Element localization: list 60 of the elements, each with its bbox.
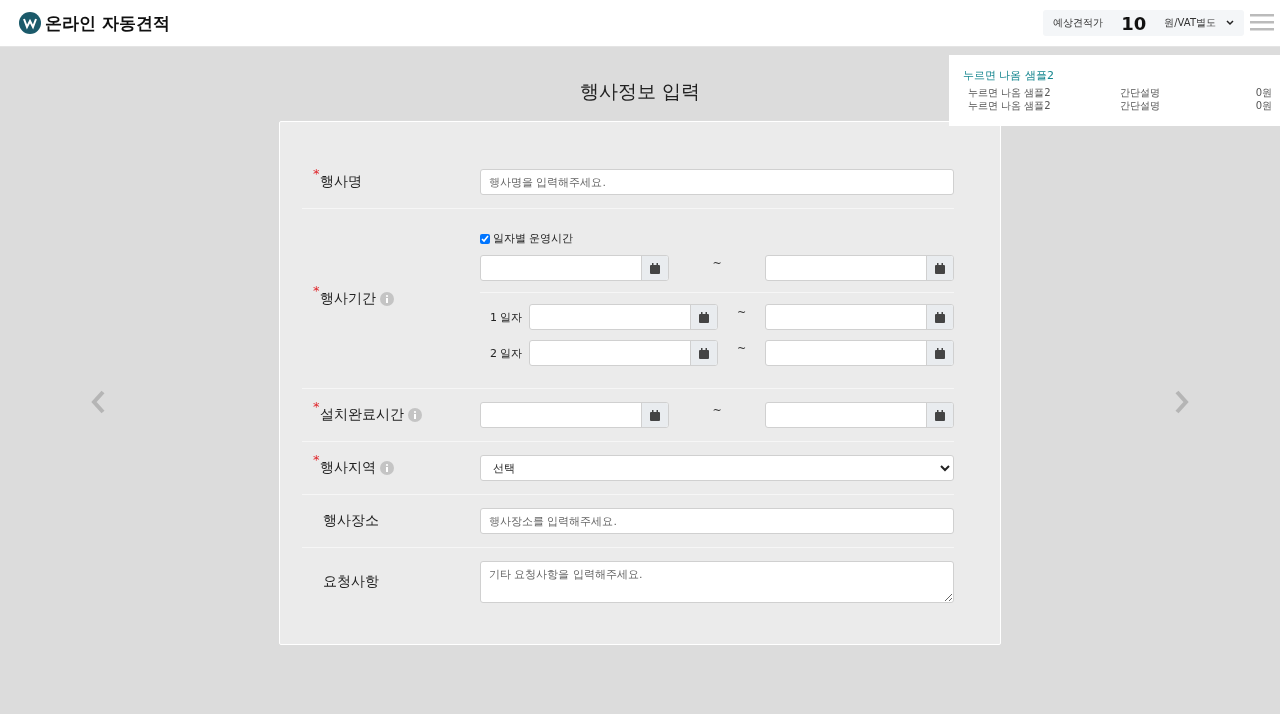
region-select[interactable]: 선택 xyxy=(480,455,954,481)
calendar-icon xyxy=(699,347,709,359)
checkbox-text: 일자별 운영시간 xyxy=(493,231,574,246)
calendar-button[interactable] xyxy=(690,341,717,365)
day-label: 1 일자 xyxy=(489,309,524,325)
calendar-button[interactable] xyxy=(926,256,953,280)
checkbox[interactable] xyxy=(480,233,490,244)
range-separator: ~ xyxy=(735,342,748,355)
item-price: 0원 xyxy=(1255,86,1272,99)
date-field[interactable] xyxy=(765,340,954,366)
required-mark: * xyxy=(313,167,320,180)
calendar-button[interactable] xyxy=(926,341,953,365)
calendar-icon xyxy=(650,262,660,274)
required-mark: * xyxy=(313,400,320,413)
page-title: 행사정보 입력 xyxy=(579,79,700,104)
app-title: 온라인 자동견적 xyxy=(45,11,170,35)
item-description: 간단설명 xyxy=(1120,86,1161,99)
calendar-icon xyxy=(650,409,660,421)
date-field[interactable] xyxy=(529,340,718,366)
panel-title: 누르면 나옴 샘플2 xyxy=(963,68,1055,83)
calendar-button[interactable] xyxy=(641,403,668,427)
required-mark: * xyxy=(313,453,320,466)
calendar-button[interactable] xyxy=(690,305,717,329)
item-price: 0원 xyxy=(1255,99,1272,112)
field-label: 행사장소 xyxy=(323,512,379,530)
calendar-icon xyxy=(935,311,945,323)
day-label: 2 일자 xyxy=(489,345,524,361)
field-label: 설치완료시간 xyxy=(319,406,404,424)
menu-button[interactable] xyxy=(1250,13,1276,33)
calendar-button[interactable] xyxy=(926,403,953,427)
text-field[interactable]: 행사장소를 입력해주세요. xyxy=(480,508,954,534)
calendar-icon xyxy=(935,409,945,421)
calendar-button[interactable] xyxy=(641,256,668,280)
field-label: 행사지역 xyxy=(319,459,376,477)
logo-icon xyxy=(19,12,41,34)
date-field[interactable] xyxy=(765,402,954,428)
field-label: 요청사항 xyxy=(323,573,379,591)
date-field[interactable] xyxy=(529,304,718,330)
calendar-icon xyxy=(935,262,945,274)
field-label: 행사기간 xyxy=(319,289,376,308)
range-separator: ~ xyxy=(711,257,723,270)
item-description: 간단설명 xyxy=(1120,99,1161,112)
date-field[interactable] xyxy=(480,402,669,428)
item-name: 누르면 나옴 샘플2 xyxy=(968,99,1052,112)
checkbox-label[interactable]: 일자별 운영시간 xyxy=(480,231,954,246)
range-separator: ~ xyxy=(711,404,723,417)
calendar-icon xyxy=(935,347,945,359)
required-mark: * xyxy=(313,283,320,297)
range-separator: ~ xyxy=(735,306,748,319)
text-field[interactable]: 행사명을 입력해주세요. xyxy=(480,169,954,195)
field-label: 행사명 xyxy=(319,173,362,191)
chevron-down-icon xyxy=(1226,20,1234,26)
text-area[interactable]: 기타 요청사항을 입력해주세요. xyxy=(480,561,954,603)
date-field[interactable] xyxy=(765,304,954,330)
item-name: 누르면 나옴 샘플2 xyxy=(968,86,1052,99)
date-field[interactable] xyxy=(480,255,669,281)
calendar-button[interactable] xyxy=(926,305,953,329)
date-field[interactable] xyxy=(765,255,954,281)
estimate-dropdown[interactable]: 예상견적가 10 원/VAT별도 xyxy=(1043,10,1244,36)
calendar-icon xyxy=(699,311,709,323)
